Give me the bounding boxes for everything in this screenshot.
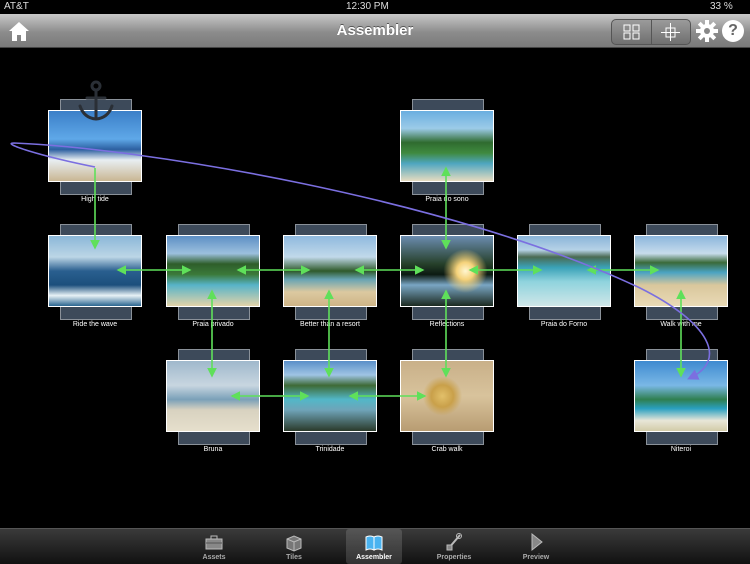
tile-thumbnail [166, 360, 260, 432]
open-book-icon [365, 535, 383, 551]
tile-niteroi[interactable]: Niteroi [634, 349, 728, 453]
tab-label: Assembler [356, 554, 392, 561]
tile-label: Praia privado [192, 321, 234, 328]
view-mode-control [611, 19, 691, 45]
tile-better-than-a-resort[interactable]: Better than a resort [283, 224, 377, 328]
tile-praia-do-sono[interactable]: Praia do sono [400, 99, 494, 203]
question-icon: ? [728, 22, 738, 39]
crosshair-icon [661, 23, 680, 41]
tab-preview[interactable]: Preview [508, 529, 564, 564]
gear-icon [696, 20, 718, 42]
tile-thumbnail [634, 360, 728, 432]
tab-label: Assets [202, 554, 226, 561]
tile-thumbnail [634, 235, 728, 307]
tile-thumbnail [166, 235, 260, 307]
tools-icon [446, 533, 462, 551]
tile-trinidade[interactable]: Trinidade [283, 349, 377, 453]
tile-label: High tide [81, 196, 109, 203]
tile-label: Trinidade [315, 446, 345, 453]
tile-crab-walk[interactable]: Crab walk [400, 349, 494, 453]
tile-ride-the-wave[interactable]: Ride the wave [48, 224, 142, 328]
tile-praia-privado[interactable]: Praia privado [166, 224, 260, 328]
tile-label: Praia do Forno [540, 321, 588, 328]
tab-label: Properties [436, 554, 472, 561]
help-button[interactable]: ? [722, 20, 744, 42]
assembler-canvas[interactable]: High tide Praia do sono Ride the wave Pr… [0, 48, 750, 528]
tile-thumbnail [517, 235, 611, 307]
toolbox-icon [205, 535, 223, 550]
tile-label: Reflections [429, 321, 465, 328]
tile-praia-do-forno[interactable]: Praia do Forno [517, 224, 611, 328]
tile-thumbnail [283, 235, 377, 307]
tab-tiles[interactable]: Tiles [266, 529, 322, 564]
tile-bruna[interactable]: Bruna [166, 349, 260, 453]
battery-level: 33 % [710, 1, 733, 12]
tab-label: Tiles [286, 554, 302, 561]
tile-thumbnail [400, 360, 494, 432]
tile-label: Ride the wave [72, 321, 118, 328]
tile-label: Crab walk [431, 446, 463, 453]
tab-assets[interactable]: Assets [186, 529, 242, 564]
tab-properties[interactable]: Properties [426, 529, 482, 564]
clock: 12:30 PM [346, 1, 389, 12]
nav-bar: Assembler ? [0, 14, 750, 48]
tile-high-tide[interactable]: High tide [48, 99, 142, 203]
tile-label: Better than a resort [300, 321, 360, 328]
tab-assembler[interactable]: Assembler [346, 529, 402, 564]
tile-thumbnail [400, 110, 494, 182]
tab-bar: Assets Tiles Assembler Properties Previe… [0, 528, 750, 564]
grid-icon [623, 24, 640, 40]
settings-button[interactable] [696, 20, 718, 42]
tile-label: Praia do sono [425, 196, 469, 203]
tile-label: Bruna [203, 446, 223, 453]
play-icon [531, 532, 543, 552]
status-bar: AT&T 12:30 PM 33 % [0, 0, 750, 14]
tile-thumbnail [48, 235, 142, 307]
tile-reflections[interactable]: Reflections [400, 224, 494, 328]
tile-label: Niteroi [670, 446, 692, 453]
tile-thumbnail [400, 235, 494, 307]
center-view-button[interactable] [651, 20, 690, 44]
box-icon [286, 535, 302, 552]
tile-thumbnail [283, 360, 377, 432]
carrier-label: AT&T [4, 1, 29, 12]
tile-walk-with-me[interactable]: Walk with me [634, 224, 728, 328]
grid-view-button[interactable] [612, 20, 652, 44]
tile-thumbnail [48, 110, 142, 182]
tab-label: Preview [522, 554, 550, 561]
tile-label: Walk with me [660, 321, 702, 328]
